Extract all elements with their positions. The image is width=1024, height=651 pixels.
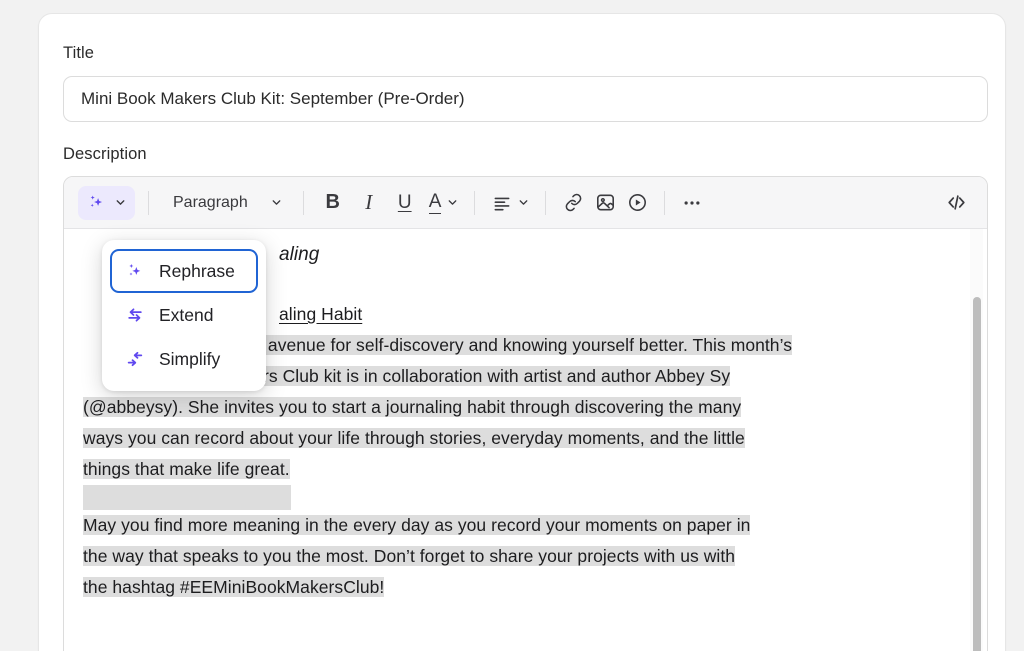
ai-chevron-down-icon [114, 196, 127, 209]
editor-line: things that make life great. [83, 459, 290, 479]
editor-line: May you find more meaning in the every d… [83, 515, 751, 535]
align-chevron-down-icon [517, 196, 530, 209]
editor-scrollbar-thumb[interactable] [973, 297, 981, 651]
toolbar-divider-2 [302, 190, 304, 215]
sparkle-icon [124, 261, 146, 281]
link-icon [563, 192, 584, 213]
toolbar-divider-3 [474, 190, 476, 215]
insert-link-button[interactable] [557, 187, 589, 219]
ai-menu-item-label: Simplify [159, 348, 221, 369]
swap-arrows-icon [124, 305, 146, 325]
text-color-chevron-down-icon [446, 196, 459, 209]
sparkle-icon [87, 193, 106, 212]
editor-blank-line [83, 485, 953, 510]
editor-line: the way that speaks to you the most. Don… [83, 546, 736, 566]
editor-line: (@abbeysy). She invites you to start a j… [83, 397, 742, 417]
ellipsis-icon [681, 192, 703, 214]
text-color-button[interactable]: A [423, 187, 464, 219]
ai-assist-menu: Rephrase Extend Simplify [102, 240, 266, 391]
underline-button[interactable]: U [387, 187, 423, 219]
insert-video-button[interactable] [621, 187, 653, 219]
text-color-label: A [428, 190, 442, 214]
bold-button[interactable]: B [315, 187, 351, 219]
title-field-label: Title [63, 44, 95, 62]
ai-menu-item-extend[interactable]: Extend [110, 293, 258, 337]
ai-menu-item-label: Rephrase [159, 260, 235, 281]
editor-line: ways you can record about your life thro… [83, 428, 745, 448]
ai-menu-item-rephrase[interactable]: Rephrase [110, 249, 258, 293]
align-left-icon [492, 193, 512, 213]
ai-menu-item-label: Extend [159, 304, 214, 325]
editor-scrollbar[interactable] [970, 229, 983, 651]
toolbar-divider-1 [148, 190, 149, 215]
arrows-converge-icon [124, 349, 146, 369]
editor-toolbar: Paragraph B I U A [64, 177, 987, 229]
description-field-label: Description [63, 145, 147, 163]
toolbar-divider-4 [545, 190, 547, 215]
align-dropdown-button[interactable] [486, 187, 534, 219]
play-circle-icon [627, 192, 648, 213]
ai-assist-button[interactable] [78, 185, 135, 220]
content-card: Title Description [38, 13, 1006, 651]
title-input[interactable] [63, 76, 988, 122]
app-root: Title Description [0, 0, 1024, 651]
insert-image-button[interactable] [589, 187, 621, 219]
image-icon [595, 192, 616, 213]
source-code-button[interactable] [940, 187, 973, 219]
ai-menu-item-simplify[interactable]: Simplify [110, 337, 258, 381]
more-options-button[interactable] [676, 187, 708, 219]
block-format-chevron-down-icon [270, 196, 283, 209]
block-format-label: Paragraph [173, 193, 248, 211]
description-editor: Paragraph B I U A aling aling Habit aven… [63, 176, 988, 651]
editor-paragraph-2: May you find more meaning in the every d… [83, 510, 953, 603]
code-icon [945, 191, 968, 214]
toolbar-divider-5 [664, 190, 666, 215]
italic-button[interactable]: I [351, 187, 387, 219]
editor-line: the hashtag #EEMiniBookMakersClub! [83, 577, 385, 597]
block-format-dropdown[interactable]: Paragraph [160, 187, 292, 219]
